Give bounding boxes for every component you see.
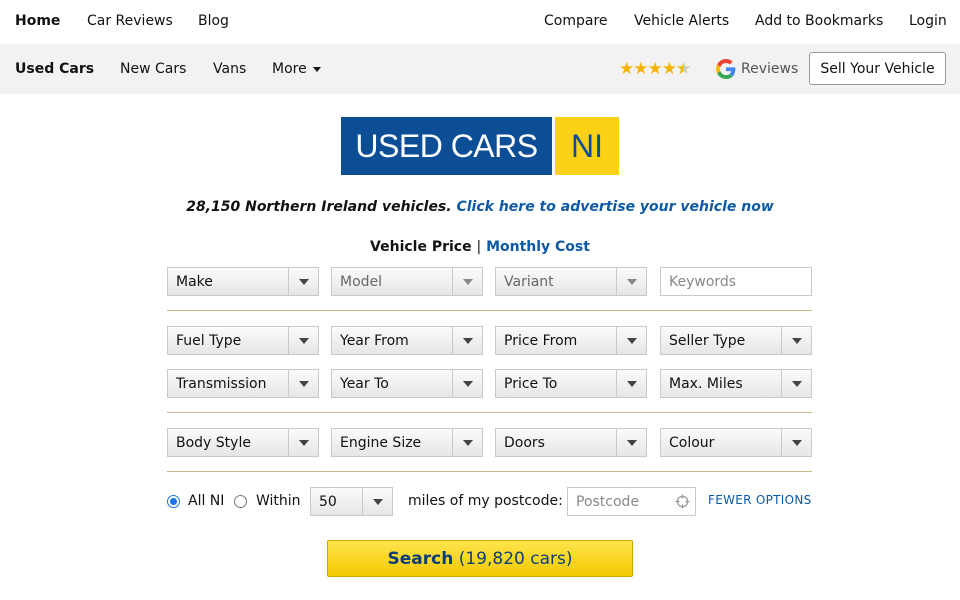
make-select[interactable]: Make	[167, 267, 319, 296]
chevron-down-icon	[452, 327, 482, 354]
toggle-separator: |	[476, 239, 482, 255]
search-button[interactable]: Search (19,820 cars)	[327, 540, 633, 577]
doors-value: Doors	[504, 435, 545, 451]
chevron-down-icon	[452, 429, 482, 456]
within-radio[interactable]	[234, 495, 247, 508]
half-star-icon: ★	[676, 59, 691, 79]
distance-value: 50	[319, 494, 337, 510]
nav-car-reviews[interactable]: Car Reviews	[87, 13, 173, 29]
logo-ni: NI	[555, 117, 619, 175]
miles-label: miles of my postcode:	[408, 493, 563, 509]
make-select-value: Make	[176, 274, 213, 290]
chevron-down-icon	[616, 327, 646, 354]
chevron-down-icon	[288, 370, 318, 397]
tab-vans[interactable]: Vans	[213, 61, 246, 77]
tab-new-cars[interactable]: New Cars	[120, 61, 186, 77]
price-to-value: Price To	[504, 376, 558, 392]
max-miles-value: Max. Miles	[669, 376, 743, 392]
transmission-value: Transmission	[176, 376, 267, 392]
rating-stars: ★★★★★	[619, 59, 691, 79]
year-from-select[interactable]: Year From	[331, 326, 483, 355]
chevron-down-icon	[616, 429, 646, 456]
nav-blog[interactable]: Blog	[198, 13, 229, 29]
chevron-down-icon	[362, 488, 392, 515]
logo-used-cars: USED CARS	[341, 117, 552, 175]
top-nav: Home Car Reviews Blog Compare Vehicle Al…	[0, 0, 960, 44]
body-style-select[interactable]: Body Style	[167, 428, 319, 457]
model-select[interactable]: Model	[331, 267, 483, 296]
vehicle-price-option[interactable]: Vehicle Price	[370, 239, 472, 255]
colour-select[interactable]: Colour	[660, 428, 812, 457]
locate-icon[interactable]	[675, 494, 690, 509]
year-to-select[interactable]: Year To	[331, 369, 483, 398]
postcode-input[interactable]: Postcode	[567, 487, 696, 516]
chevron-down-icon	[288, 429, 318, 456]
reviews-link[interactable]: Reviews	[741, 61, 798, 77]
star-icon: ★	[633, 59, 648, 79]
price-from-value: Price From	[504, 333, 578, 349]
keywords-input[interactable]	[660, 267, 812, 296]
distance-select[interactable]: 50	[310, 487, 393, 516]
chevron-down-icon	[452, 370, 482, 397]
body-style-value: Body Style	[176, 435, 251, 451]
star-icon: ★	[647, 59, 663, 79]
star-icon: ★	[661, 59, 677, 79]
search-result-count: (19,820 cars)	[458, 548, 573, 569]
within-label: Within	[256, 493, 301, 509]
max-miles-select[interactable]: Max. Miles	[660, 369, 812, 398]
engine-size-select[interactable]: Engine Size	[331, 428, 483, 457]
fuel-type-value: Fuel Type	[176, 333, 242, 349]
doors-select[interactable]: Doors	[495, 428, 647, 457]
more-menu[interactable]: More	[272, 61, 321, 77]
year-to-value: Year To	[340, 376, 389, 392]
vehicle-count-text: 28,150 Northern Ireland vehicles.	[186, 199, 452, 215]
model-select-value: Model	[340, 274, 383, 290]
nav-login[interactable]: Login	[909, 13, 947, 29]
chevron-down-icon	[616, 370, 646, 397]
chevron-down-icon	[288, 327, 318, 354]
chevron-down-icon	[781, 370, 811, 397]
chevron-down-icon	[288, 268, 318, 295]
fewer-options-link[interactable]: FEWER OPTIONS	[708, 493, 812, 507]
star-icon: ★	[619, 59, 634, 79]
price-to-select[interactable]: Price To	[495, 369, 647, 398]
chevron-down-icon	[781, 429, 811, 456]
postcode-placeholder: Postcode	[576, 494, 640, 510]
google-icon	[716, 59, 736, 79]
chevron-down-icon	[781, 327, 811, 354]
nav-home[interactable]: Home	[15, 13, 60, 29]
site-logo[interactable]: USED CARS NI	[341, 117, 619, 175]
tab-used-cars[interactable]: Used Cars	[15, 61, 94, 77]
advertise-link[interactable]: Click here to advertise your vehicle now	[456, 199, 773, 215]
search-button-label: Search	[387, 548, 454, 569]
price-mode-toggle: Vehicle Price | Monthly Cost	[0, 239, 960, 255]
all-ni-label: All NI	[188, 493, 225, 509]
vehicle-count-tagline: 28,150 Northern Ireland vehicles. Click …	[0, 199, 960, 215]
transmission-select[interactable]: Transmission	[167, 369, 319, 398]
more-menu-label: More	[272, 61, 307, 77]
fuel-type-select[interactable]: Fuel Type	[167, 326, 319, 355]
variant-select-value: Variant	[504, 274, 554, 290]
variant-select[interactable]: Variant	[495, 267, 647, 296]
colour-value: Colour	[669, 435, 715, 451]
nav-vehicle-alerts[interactable]: Vehicle Alerts	[634, 13, 729, 29]
divider	[167, 412, 812, 413]
sell-vehicle-button[interactable]: Sell Your Vehicle	[809, 52, 946, 85]
nav-compare[interactable]: Compare	[544, 13, 608, 29]
year-from-value: Year From	[340, 333, 409, 349]
monthly-cost-option[interactable]: Monthly Cost	[486, 239, 590, 255]
chevron-down-icon	[616, 268, 646, 295]
divider	[167, 471, 812, 472]
nav-add-bookmarks[interactable]: Add to Bookmarks	[755, 13, 883, 29]
all-ni-radio[interactable]	[167, 495, 180, 508]
engine-size-value: Engine Size	[340, 435, 422, 451]
chevron-down-icon	[452, 268, 482, 295]
price-from-select[interactable]: Price From	[495, 326, 647, 355]
caret-down-icon	[312, 66, 321, 72]
seller-type-value: Seller Type	[669, 333, 746, 349]
seller-type-select[interactable]: Seller Type	[660, 326, 812, 355]
divider	[167, 310, 812, 311]
